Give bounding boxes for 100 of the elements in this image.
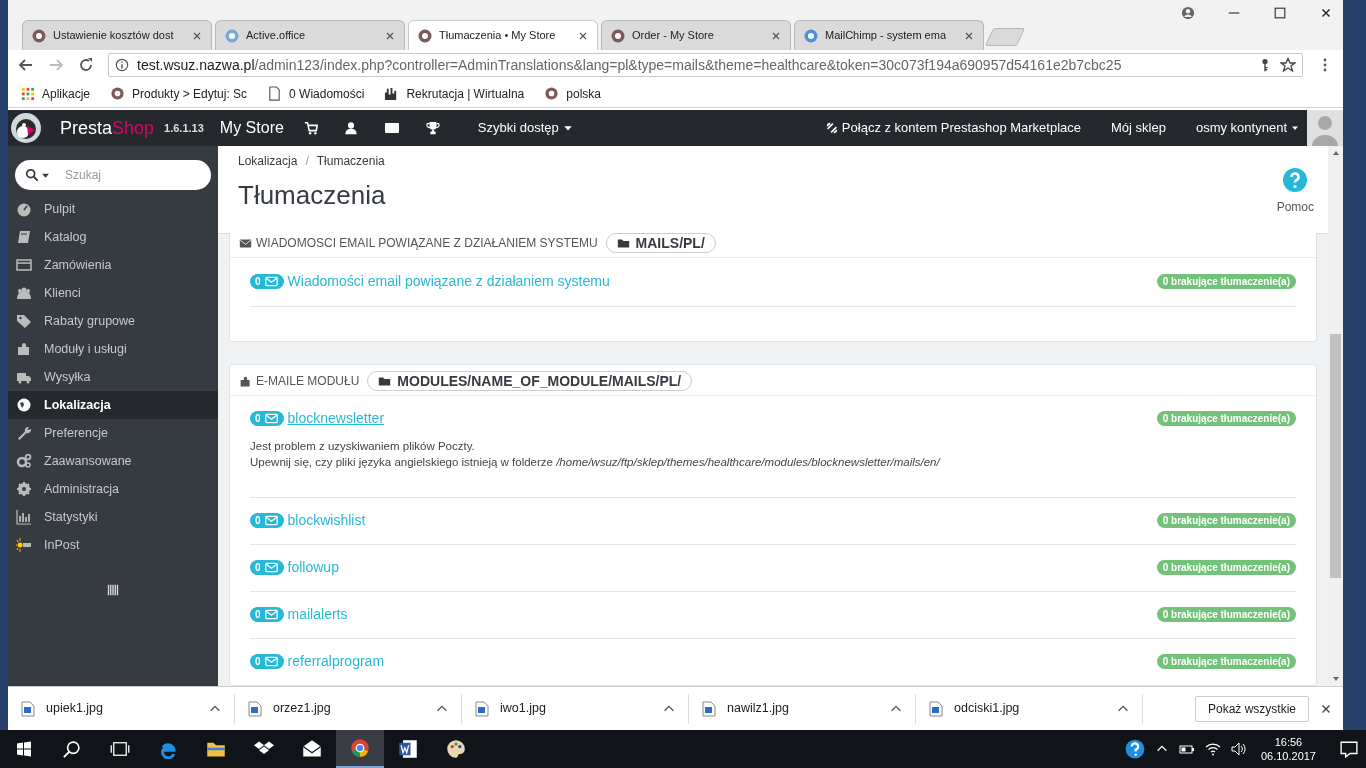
address-field[interactable]: test.wsuz.nazwa.pl/admin123/index.php?controller=AdminTranslations&lang=pl&type=mails&theme=healthcare&token=30c073f194a690957d54161e2b7cbc25: [108, 53, 1303, 77]
bookmark[interactable]: Produkty > Edytuj: Sc: [110, 84, 248, 103]
page-title: Tłumaczenia: [238, 179, 387, 212]
sidebar-item[interactable]: Administracja: [8, 475, 218, 503]
sidebar-item[interactable]: Pulpit: [8, 195, 218, 223]
help-icon: [1283, 168, 1308, 192]
users-icon: [16, 285, 32, 301]
info-icon: [115, 58, 129, 72]
sidebar-item[interactable]: Wysyłka: [8, 363, 218, 391]
chrome-icon: [350, 738, 370, 758]
globe-icon: [16, 397, 32, 413]
taskbar-button[interactable]: [336, 730, 384, 768]
bookmark[interactable]: Aplikacje: [20, 84, 91, 103]
search-icon[interactable]: [25, 168, 39, 182]
avatar-silhouette-icon: [1307, 110, 1343, 146]
search-icon: [62, 739, 82, 759]
site-icon: [610, 27, 626, 44]
maximize-icon[interactable]: [1273, 6, 1287, 20]
tag-icon: [16, 313, 32, 329]
sidebar-item[interactable]: Klienci: [8, 279, 218, 307]
tab-title: Active.office: [246, 28, 307, 44]
download-item[interactable]: odciski1.jpg: [916, 693, 1143, 724]
document-w-icon: [398, 739, 418, 759]
tab-title: Ustawienie kosztów dost: [53, 28, 175, 44]
error-message: Jest problem z uzyskiwaniem plików Poczty.: [250, 439, 476, 454]
scrollbar-thumb[interactable]: [1330, 334, 1341, 578]
missing-translations-badge: 0 brakujące tłumaczenie(a): [1156, 607, 1296, 622]
sun-logo-icon: [16, 537, 32, 553]
site-icon: [224, 27, 240, 44]
start-windows-icon: [16, 741, 32, 757]
speaker-icon[interactable]: [1230, 741, 1247, 757]
account-icon[interactable]: [1181, 6, 1195, 20]
mail-count: 0: [255, 561, 261, 575]
sidebar-item[interactable]: Statystyki: [8, 503, 218, 531]
download-item[interactable]: nawilz1.jpg: [689, 693, 916, 724]
puzzle-icon: [16, 341, 32, 357]
user-icon[interactable]: [343, 121, 358, 135]
star-icon[interactable]: [1280, 57, 1296, 73]
user-menu[interactable]: osmy kontynent: [1195, 118, 1299, 138]
mail-count: 0: [255, 412, 261, 426]
bookmark[interactable]: polska: [544, 84, 601, 103]
marketplace-link[interactable]: Połącz z kontem Prestashop Marketplace: [824, 118, 1082, 138]
browser-tab[interactable]: Ustawienie kosztów dost: [22, 20, 212, 50]
trophy-icon[interactable]: [425, 121, 440, 135]
sidebar-item[interactable]: Preferencje: [8, 419, 218, 447]
gears-icon: [16, 453, 32, 469]
download-item[interactable]: orzez1.jpg: [235, 693, 462, 724]
paint-palette-icon: [446, 739, 466, 759]
panel-heading: E-MAILE MODUŁU: [239, 372, 360, 390]
shop-link[interactable]: Mój sklep: [1111, 118, 1166, 138]
sidebar-item[interactable]: Lokalizacja: [8, 391, 218, 419]
help-icon[interactable]: [1124, 739, 1145, 759]
sidebar-item[interactable]: Katalog: [8, 223, 218, 251]
brand-logo[interactable]: PrestaShop: [60, 114, 155, 142]
notification-icon[interactable]: [1340, 740, 1358, 758]
show-all-button[interactable]: Pokaż wszystkie: [1194, 695, 1309, 722]
store-link[interactable]: My Store: [219, 116, 284, 140]
reload-icon[interactable]: [78, 57, 94, 73]
browser-tab[interactable]: Order - My Store: [601, 20, 791, 50]
sidebar-item[interactable]: InPost: [8, 531, 218, 559]
clock[interactable]: 16:56 06.10.2017: [1260, 735, 1316, 763]
tab-title: Tłumaczenia • My Store: [439, 28, 557, 44]
task-view-icon: [110, 739, 130, 759]
breadcrumb-separator: /: [305, 153, 309, 170]
gauge-icon: [16, 201, 32, 217]
help-button[interactable]: Pomoc: [1276, 168, 1314, 233]
download-item[interactable]: upiek1.jpg: [8, 693, 235, 724]
browser-tab[interactable]: MailChimp - system ema: [794, 20, 984, 50]
wifi-icon[interactable]: [1204, 741, 1221, 757]
quick-access-menu[interactable]: Szybki dostęp: [477, 118, 573, 138]
missing-translations-badge: 0 brakujące tłumaczenie(a): [1156, 513, 1296, 528]
breadcrumb-link[interactable]: Tłumaczenia: [316, 152, 385, 170]
credit-card-icon: [16, 257, 32, 273]
breadcrumb-link[interactable]: Lokalizacja: [238, 152, 298, 170]
collapse-sidebar-icon[interactable]: [107, 583, 119, 597]
sidebar-item[interactable]: Moduły i usługi: [8, 335, 218, 363]
link-icon: [824, 121, 839, 135]
browser-tab[interactable]: Active.office: [215, 20, 405, 50]
missing-translations-badge: 0 brakujące tłumaczenie(a): [1156, 654, 1296, 669]
tab-title: MailChimp - system ema: [825, 28, 948, 44]
site-icon: [544, 86, 560, 101]
search-field[interactable]: Szukaj: [15, 160, 211, 190]
clock-time: 16:56: [1274, 735, 1303, 749]
url-text: test.wsuz.nazwa.pl/admin123/index.php?controller=AdminTranslations&lang=pl&type=mails&theme=healthcare&token=30c073f194a690957d54161e2b7cbc25: [137, 55, 1122, 75]
missing-translations-badge: 0 brakujące tłumaczenie(a): [1156, 274, 1296, 289]
mail-count: 0: [255, 655, 261, 669]
bookmark[interactable]: Rekrutacja | Wirtualna: [384, 84, 525, 103]
folder-icon: [616, 236, 630, 250]
sidebar-item[interactable]: Zaawansowane: [8, 447, 218, 475]
image-file-icon: [247, 700, 263, 717]
back-arrow-icon[interactable]: [18, 57, 34, 73]
mail-count: 0: [255, 275, 261, 289]
download-item[interactable]: iwo1.jpg: [462, 693, 689, 724]
puzzle-icon: [239, 374, 252, 388]
image-file-icon: [20, 700, 36, 717]
sidebar-item[interactable]: Zamówienia: [8, 251, 218, 279]
browser-tab[interactable]: Tłumaczenia • My Store: [408, 20, 598, 50]
cart-icon[interactable]: [303, 121, 318, 135]
sidebar-item[interactable]: Rabaty grupowe: [8, 307, 218, 335]
bookmark[interactable]: 0 Wiadomości: [267, 84, 365, 103]
